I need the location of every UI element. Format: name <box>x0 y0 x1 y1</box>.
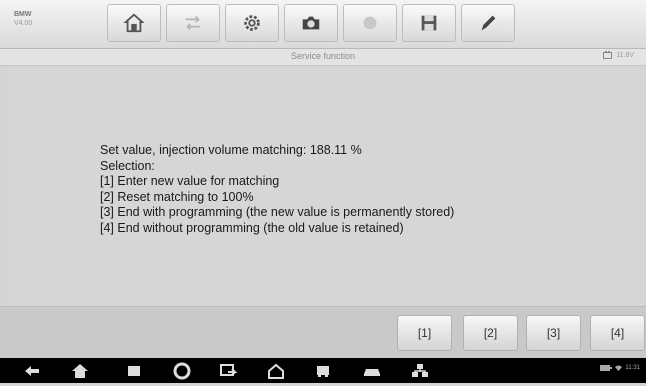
shortcut-button[interactable] <box>218 361 238 381</box>
maxisys-home-icon <box>268 363 284 379</box>
brand-label: BMW V4.00 <box>14 10 32 28</box>
android-home-button[interactable] <box>70 361 90 381</box>
message-line: [4] End without programming (the old val… <box>100 220 404 235</box>
save-button[interactable] <box>402 4 456 42</box>
gear-icon <box>244 15 260 31</box>
record-button[interactable] <box>343 4 397 42</box>
back-button[interactable] <box>22 361 42 381</box>
record-icon <box>363 16 377 30</box>
option-2-button[interactable]: [2] <box>463 315 518 351</box>
brand-name: BMW <box>14 11 32 18</box>
network-button[interactable] <box>410 361 430 381</box>
battery-icon <box>603 51 613 59</box>
message-line: [2] Reset matching to 100% <box>100 189 254 204</box>
vehicle-swap-button[interactable] <box>166 4 220 42</box>
option-4-button[interactable]: [4] <box>590 315 645 351</box>
sub-header: Service function 11.8V <box>0 49 646 66</box>
toolbar <box>107 4 520 42</box>
screenshot-button[interactable] <box>284 4 338 42</box>
message-line: Set value, injection volume matching: 18… <box>100 143 362 157</box>
content-area: Set value, injection volume matching: 18… <box>7 66 640 304</box>
top-bar: BMW V4.00 <box>0 0 646 49</box>
back-icon <box>25 366 39 376</box>
network-icon <box>412 364 428 377</box>
function-bar: [1] [2] [3] [4] <box>0 306 646 359</box>
option-3-button[interactable]: [3] <box>526 315 581 351</box>
browser-icon <box>173 362 191 380</box>
car-icon <box>364 369 380 376</box>
message-line: Selection: <box>100 158 155 173</box>
save-icon <box>421 15 437 31</box>
android-home-icon <box>72 364 88 378</box>
system-status: 11:31 <box>600 365 640 371</box>
camera-icon <box>302 16 320 30</box>
car-button[interactable] <box>362 361 382 381</box>
page-title: Service function <box>290 51 356 61</box>
vehicle-swap-icon <box>185 15 201 31</box>
message-line: [1] Enter new value for matching <box>100 174 280 188</box>
pen-icon <box>481 15 496 31</box>
battery-status: 11.8V <box>603 51 634 59</box>
shortcut-icon <box>220 364 238 376</box>
settings-button[interactable] <box>225 4 279 42</box>
wifi-icon <box>615 365 623 371</box>
brand-version: V4.00 <box>14 20 33 27</box>
vehicle-icon <box>317 366 329 377</box>
message-text: Set value, injection volume matching: 18… <box>100 143 454 236</box>
home-icon <box>123 13 145 33</box>
battery-voltage: 11.8V <box>616 51 634 59</box>
message-line: [3] End with programming (the new value … <box>100 205 455 219</box>
browser-button[interactable] <box>172 361 192 381</box>
vehicle-button[interactable] <box>313 361 333 381</box>
home-button[interactable] <box>107 4 161 42</box>
recent-apps-icon <box>128 366 140 376</box>
battery-icon <box>600 365 613 371</box>
recent-apps-button[interactable] <box>124 361 144 381</box>
clock: 11:31 <box>625 365 640 371</box>
annotate-button[interactable] <box>461 4 515 42</box>
option-1-button[interactable]: [1] <box>397 315 452 351</box>
maxisys-home-button[interactable] <box>266 361 286 381</box>
system-nav-bar: 11:31 <box>0 358 646 383</box>
